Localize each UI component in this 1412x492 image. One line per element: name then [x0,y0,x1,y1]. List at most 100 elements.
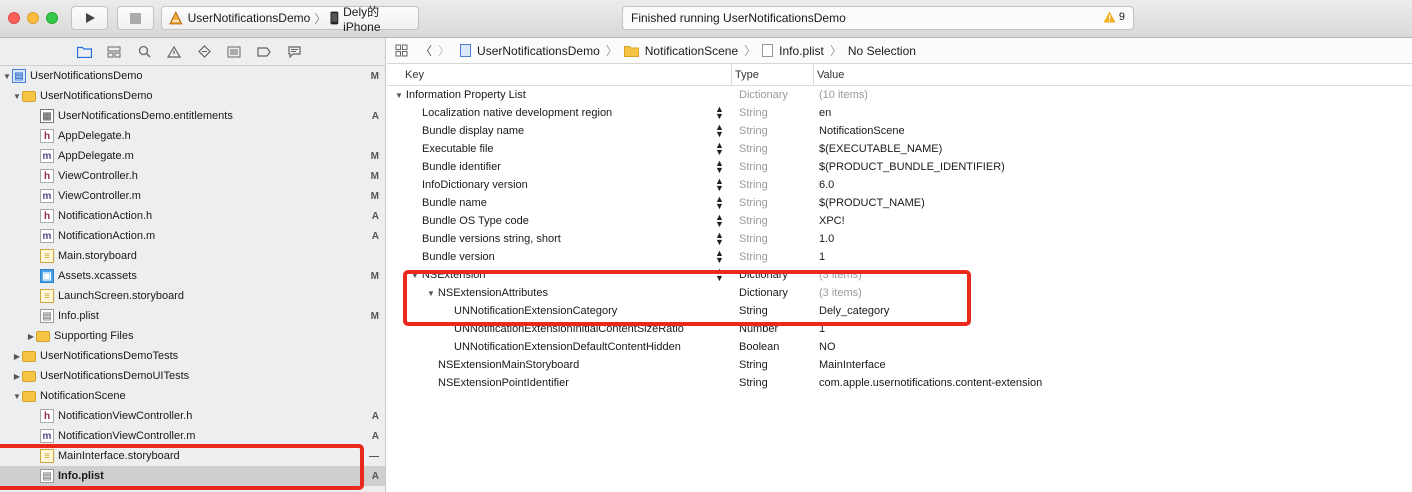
warning-count: 9 [1118,11,1125,23]
tree-row-group[interactable]: ▼ UserNotificationsDemo [0,86,385,106]
related-items-grid-icon[interactable] [395,44,408,57]
plist-row[interactable]: Bundle OS Type code ▲ ▼ String XPC! [387,212,1412,230]
column-divider[interactable] [813,64,814,85]
tree-row-file[interactable]: ▦ UserNotificationsDemo.entitlements A [0,106,385,126]
plist-type: String [739,125,768,137]
column-header-key[interactable]: Key [405,69,424,81]
tree-row-file[interactable]: m ViewController.m M [0,186,385,206]
tree-row-file[interactable]: ≡ LaunchScreen.storyboard [0,286,385,306]
plist-row[interactable]: InfoDictionary version ▲ ▼ String 6.0 [387,176,1412,194]
forward-arrow-icon[interactable]: 〉 [438,42,450,59]
stop-button[interactable] [117,6,154,30]
project-file-icon [460,44,472,57]
chevron-right-icon: 〉 [314,11,327,26]
plist-row[interactable]: UNNotificationExtensionDefaultContentHid… [387,338,1412,356]
warning-icon [1103,11,1116,23]
tree-row-file[interactable]: ▣ Assets.xcassets M [0,266,385,286]
breadcrumb-selection[interactable]: No Selection [848,44,916,58]
stepper-icon[interactable]: ▲ ▼ [715,267,724,283]
issue-warning-icon[interactable] [165,43,183,61]
plist-row[interactable]: ▼ NSExtension ▲ ▼ Dictionary (3 items) [387,266,1412,284]
tree-row-file[interactable]: m AppDelegate.m M [0,146,385,166]
plist-row[interactable]: Bundle display name ▲ ▼ String Notificati… [387,122,1412,140]
project-navigator: ▼ ▤ UserNotificationsDemo M ▼ UserNotifi… [0,38,386,492]
run-button[interactable] [71,6,108,30]
tree-row-group[interactable]: ▶ UserNotificationsDemoUITests [0,366,385,386]
tree-row-project[interactable]: ▼ ▤ UserNotificationsDemo M [0,66,385,86]
tree-row-file[interactable]: ≡ Main.storyboard [0,246,385,266]
tree-row-file[interactable]: m NotificationAction.m A [0,226,385,246]
stepper-icon[interactable]: ▲ ▼ [715,195,724,211]
debug-icon[interactable] [225,43,243,61]
stepper-icon[interactable]: ▲ ▼ [715,105,724,121]
warnings-indicator[interactable]: 9 [1103,11,1125,23]
breadcrumb-group[interactable]: NotificationScene [645,44,738,58]
tree-row-label: Info.plist [58,470,104,482]
plist-row[interactable]: NSExtensionMainStoryboard String MainInt… [387,356,1412,374]
tree-row-file-selected[interactable]: ▤ Info.plist A [0,466,385,486]
disclosure-open-icon[interactable]: ▼ [12,92,22,101]
breadcrumb-file[interactable]: Info.plist [779,44,824,58]
hierarchy-icon[interactable] [105,43,123,61]
disclosure-open-icon[interactable]: ▼ [427,289,435,298]
disclosure-closed-icon[interactable]: ▶ [12,352,22,361]
plist-editor: 〈 〉 UserNotificationsDemo 〉 Notification… [387,38,1412,492]
plist-key: Bundle display name [422,125,525,137]
stepper-icon[interactable]: ▲ ▼ [715,231,724,247]
report-bubble-icon[interactable] [285,43,303,61]
minimize-window-button[interactable] [27,12,39,24]
test-diamond-icon[interactable] [195,43,213,61]
back-arrow-icon[interactable]: 〈 [420,42,432,59]
stepper-icon[interactable]: ▲ ▼ [715,123,724,139]
folder-icon[interactable] [75,43,93,61]
breakpoint-icon[interactable] [255,43,273,61]
tree-row-label: NotificationScene [40,390,126,402]
tree-row-label: ViewController.h [58,170,138,182]
plist-row[interactable]: Bundle versions string, short ▲ ▼ String … [387,230,1412,248]
plist-value: 1 [819,323,826,335]
close-window-button[interactable] [8,12,20,24]
plist-row[interactable]: Bundle version ▲ ▼ String 1 [387,248,1412,266]
plist-row[interactable]: ▼ Information Property List Dictionary (1… [387,86,1412,104]
disclosure-closed-icon[interactable]: ▶ [12,372,22,381]
tree-row-group[interactable]: ▼ NotificationScene [0,386,385,406]
stepper-icon[interactable]: ▲ ▼ [715,177,724,193]
stepper-icon[interactable]: ▲ ▼ [715,249,724,265]
file-tree: ▼ ▤ UserNotificationsDemo M ▼ UserNotifi… [0,66,385,486]
stepper-icon[interactable]: ▲ ▼ [715,141,724,157]
column-header-type[interactable]: Type [735,69,759,81]
stepper-icon[interactable]: ▲ ▼ [715,159,724,175]
tree-row-file[interactable]: m NotificationViewController.m A [0,426,385,446]
plist-row[interactable]: UNNotificationExtensionCategory String D… [387,302,1412,320]
plist-row[interactable]: Bundle name ▲ ▼ String $(PRODUCT_NAME) [387,194,1412,212]
column-divider[interactable] [731,64,732,85]
tree-row-file[interactable]: h ViewController.h M [0,166,385,186]
tree-row-file[interactable]: ≡ MainInterface.storyboard — [0,446,385,466]
disclosure-open-icon[interactable]: ▼ [2,72,12,81]
column-header-value[interactable]: Value [817,69,844,81]
tree-row-file[interactable]: h NotificationViewController.h A [0,406,385,426]
plist-row[interactable]: Bundle identifier ▲ ▼ String $(PRODUCT_BU… [387,158,1412,176]
disclosure-open-icon[interactable]: ▼ [395,91,403,100]
disclosure-closed-icon[interactable]: ▶ [26,332,36,341]
breadcrumb-project[interactable]: UserNotificationsDemo [477,44,600,58]
disclosure-open-icon[interactable]: ▼ [12,392,22,401]
plist-row[interactable]: ▼ NSExtensionAttributes Dictionary (3 ite… [387,284,1412,302]
plist-value: NotificationScene [819,125,905,137]
scheme-selector[interactable]: UserNotificationsDemo 〉 Dely的 iPhone [161,5,419,34]
plist-row[interactable]: Localization native development region ▲… [387,104,1412,122]
stepper-icon[interactable]: ▲ ▼ [715,213,724,229]
tree-row-file[interactable]: h AppDelegate.h [0,126,385,146]
plist-row[interactable]: UNNotificationExtensionInitialContentSiz… [387,320,1412,338]
search-icon[interactable] [135,43,153,61]
plist-row[interactable]: NSExtensionPointIdentifier String com.ap… [387,374,1412,392]
tree-row-file[interactable]: ▤ Info.plist M [0,306,385,326]
disclosure-open-icon[interactable]: ▼ [411,271,419,280]
tree-row-file[interactable]: h NotificationAction.h A [0,206,385,226]
tree-row-label: NotificationAction.h [58,210,153,222]
play-icon [85,13,95,23]
plist-row[interactable]: Executable file ▲ ▼ String $(EXECUTABLE_N… [387,140,1412,158]
tree-row-group[interactable]: ▶ Supporting Files [0,326,385,346]
tree-row-group[interactable]: ▶ UserNotificationsDemoTests [0,346,385,366]
zoom-window-button[interactable] [46,12,58,24]
